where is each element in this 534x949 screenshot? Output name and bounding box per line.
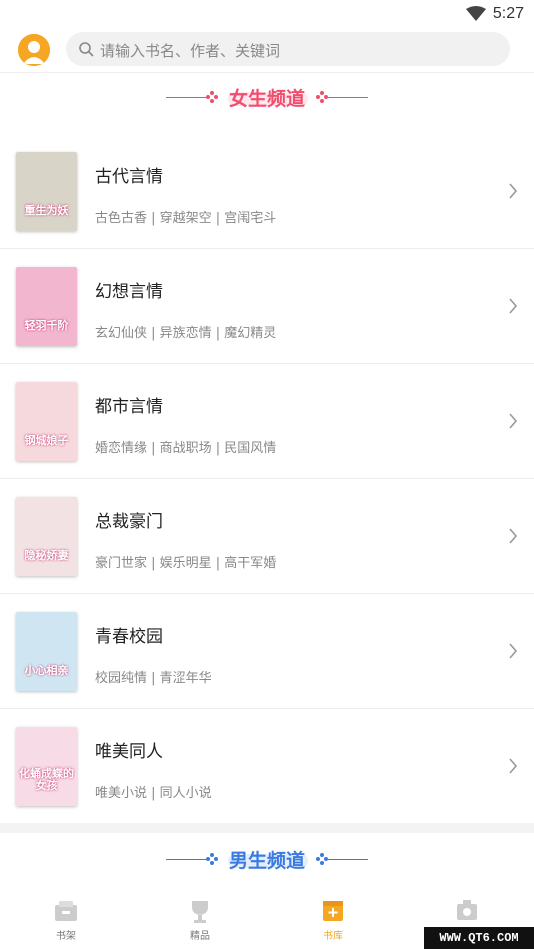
chevron-right-icon bbox=[509, 758, 518, 774]
channel-title: 男生频道 bbox=[228, 850, 305, 872]
category-tags: 婚恋情缘 | 商战职场 | 民国风情 bbox=[95, 441, 277, 456]
section-divider bbox=[0, 823, 534, 833]
category-item[interactable]: 隐秘娇妻 总裁豪门 豪门世家 | 娱乐明星 | 高干军婚 bbox=[0, 479, 534, 594]
male-channel-header: 男生频道 bbox=[0, 838, 534, 882]
tab-label: 精品 bbox=[190, 931, 210, 942]
book-cover: 化蛹成蝶的女孩 bbox=[16, 727, 77, 806]
tab-featured[interactable]: 精品 bbox=[160, 897, 240, 947]
search-row: 请输入书名、作者、关键词 bbox=[0, 30, 534, 70]
trophy-icon bbox=[192, 901, 208, 923]
divider bbox=[0, 72, 534, 73]
tab-bookshelf[interactable]: 书架 bbox=[26, 897, 106, 947]
avatar[interactable] bbox=[18, 34, 50, 66]
search-input[interactable]: 请输入书名、作者、关键词 bbox=[66, 32, 510, 66]
category-title: 总裁豪门 bbox=[95, 512, 163, 532]
cover-title: 钢城娘子 bbox=[24, 434, 69, 447]
category-title: 唯美同人 bbox=[95, 742, 163, 762]
chevron-right-icon bbox=[509, 413, 518, 429]
library-icon bbox=[323, 901, 343, 921]
tab-label: 书库 bbox=[323, 931, 343, 942]
chevron-right-icon bbox=[509, 528, 518, 544]
profile-icon bbox=[457, 900, 477, 920]
book-cover: 重生为妖 bbox=[16, 152, 77, 231]
watermark: WWW.QT6.COM bbox=[424, 927, 534, 949]
tab-label: 书架 bbox=[56, 931, 76, 942]
decor-line-right bbox=[328, 97, 368, 98]
wifi-icon bbox=[466, 6, 486, 21]
book-cover: 小心相亲 bbox=[16, 612, 77, 691]
book-cover: 隐秘娇妻 bbox=[16, 497, 77, 576]
category-tags: 豪门世家 | 娱乐明星 | 高干军婚 bbox=[95, 556, 277, 571]
flower-icon bbox=[316, 853, 328, 865]
category-tags: 唯美小说 | 同人小说 bbox=[95, 786, 212, 801]
category-title: 青春校园 bbox=[95, 627, 163, 647]
category-title: 都市言情 bbox=[95, 397, 163, 417]
cover-title: 化蛹成蝶的女孩 bbox=[19, 767, 74, 792]
status-time: 5:27 bbox=[492, 5, 524, 22]
female-channel-header: 女生频道 bbox=[0, 76, 534, 120]
category-title: 幻想言情 bbox=[95, 282, 163, 302]
bookshelf-icon bbox=[55, 901, 77, 921]
category-tags: 古色古香 | 穿越架空 | 宫闱宅斗 bbox=[95, 211, 277, 226]
tab-library[interactable]: 书库 bbox=[293, 897, 373, 947]
status-bar: 5:27 bbox=[0, 0, 534, 28]
category-tags: 校园纯情 | 青涩年华 bbox=[95, 671, 212, 686]
category-item[interactable]: 钢城娘子 都市言情 婚恋情缘 | 商战职场 | 民国风情 bbox=[0, 364, 534, 479]
category-item[interactable]: 化蛹成蝶的女孩 唯美同人 唯美小说 | 同人小说 bbox=[0, 709, 534, 824]
flower-icon bbox=[316, 91, 328, 103]
search-placeholder: 请输入书名、作者、关键词 bbox=[100, 42, 281, 60]
cover-title: 轻羽千阶 bbox=[24, 319, 69, 332]
category-list: 重生为妖 古代言情 古色古香 | 穿越架空 | 宫闱宅斗 轻羽千阶 幻想言情 玄… bbox=[0, 134, 534, 824]
book-cover: 轻羽千阶 bbox=[16, 267, 77, 346]
chevron-right-icon bbox=[509, 183, 518, 199]
category-item[interactable]: 小心相亲 青春校园 校园纯情 | 青涩年华 bbox=[0, 594, 534, 709]
chevron-right-icon bbox=[509, 643, 518, 659]
category-title: 古代言情 bbox=[95, 167, 163, 187]
category-item[interactable]: 重生为妖 古代言情 古色古香 | 穿越架空 | 宫闱宅斗 bbox=[0, 134, 534, 249]
category-tags: 玄幻仙侠 | 异族恋情 | 魔幻精灵 bbox=[95, 326, 277, 341]
chevron-right-icon bbox=[509, 298, 518, 314]
user-avatar-icon bbox=[18, 34, 50, 66]
book-cover: 钢城娘子 bbox=[16, 382, 77, 461]
cover-title: 重生为妖 bbox=[24, 204, 69, 217]
cover-title: 小心相亲 bbox=[24, 664, 69, 677]
category-item[interactable]: 轻羽千阶 幻想言情 玄幻仙侠 | 异族恋情 | 魔幻精灵 bbox=[0, 249, 534, 364]
channel-title: 女生频道 bbox=[228, 88, 305, 110]
search-icon bbox=[79, 42, 94, 57]
cover-title: 隐秘娇妻 bbox=[24, 549, 69, 562]
decor-line-right bbox=[328, 859, 368, 860]
